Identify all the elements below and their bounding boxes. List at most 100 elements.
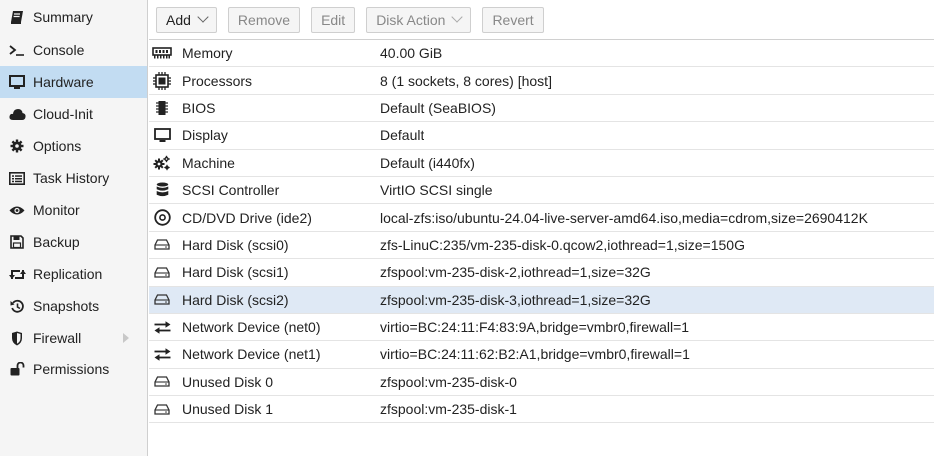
table-row-network-net1[interactable]: Network Device (net1) virtio=BC:24:11:62… bbox=[149, 341, 934, 369]
edit-button-label: Edit bbox=[321, 11, 346, 28]
floppy-icon bbox=[8, 233, 26, 251]
sidebar: Summary Console Hardware Cloud-Init Opti… bbox=[0, 0, 148, 456]
chevron-down-icon bbox=[451, 11, 464, 23]
row-name: Processors bbox=[182, 72, 253, 89]
sidebar-item-label: Task History bbox=[33, 170, 110, 186]
sidebar-item-permissions[interactable]: Permissions bbox=[0, 354, 147, 384]
hdd-icon bbox=[152, 236, 172, 254]
row-value: zfs-LinuC:235/vm-235-disk-0.qcow2,iothre… bbox=[380, 236, 745, 253]
row-value: Default (i440fx) bbox=[380, 154, 475, 171]
cogs-icon bbox=[152, 154, 172, 172]
edit-button[interactable]: Edit bbox=[311, 6, 356, 33]
row-name: BIOS bbox=[182, 99, 216, 116]
table-row-processors[interactable]: Processors 8 (1 sockets, 8 cores) [host] bbox=[149, 67, 934, 95]
row-value: zfspool:vm-235-disk-3,iothread=1,size=32… bbox=[380, 291, 651, 308]
row-value: zfspool:vm-235-disk-2,iothread=1,size=32… bbox=[380, 264, 651, 281]
sidebar-item-summary[interactable]: Summary bbox=[0, 0, 147, 34]
sidebar-item-label: Backup bbox=[33, 234, 80, 250]
row-value: Default bbox=[380, 127, 425, 144]
sidebar-item-label: Hardware bbox=[33, 74, 94, 90]
row-name: Network Device (net0) bbox=[182, 319, 321, 336]
row-value: 8 (1 sockets, 8 cores) [host] bbox=[380, 72, 552, 89]
terminal-icon bbox=[8, 41, 26, 59]
table-row-scsi-controller[interactable]: SCSI Controller VirtIO SCSI single bbox=[149, 177, 934, 205]
cpu-icon bbox=[152, 71, 172, 90]
sidebar-item-options[interactable]: Options bbox=[0, 130, 147, 162]
sidebar-item-monitor[interactable]: Monitor bbox=[0, 194, 147, 226]
hdd-icon bbox=[152, 263, 172, 281]
row-name: Network Device (net1) bbox=[182, 346, 321, 363]
sidebar-item-snapshots[interactable]: Snapshots bbox=[0, 290, 147, 322]
sidebar-item-label: Firewall bbox=[33, 330, 82, 346]
sidebar-item-label: Cloud-Init bbox=[33, 106, 93, 122]
exchange-icon bbox=[152, 345, 172, 363]
unlock-icon bbox=[8, 360, 26, 378]
chevron-down-icon bbox=[197, 11, 209, 23]
revert-button[interactable]: Revert bbox=[482, 6, 544, 33]
sidebar-item-cloud-init[interactable]: Cloud-Init bbox=[0, 98, 147, 130]
hardware-panel: Add Remove Edit Disk Action Revert Memor… bbox=[149, 0, 934, 456]
row-value: 40.00 GiB bbox=[380, 45, 443, 62]
row-value: virtio=BC:24:11:62:B2:A1,bridge=vmbr0,fi… bbox=[380, 346, 690, 363]
row-value: local-zfs:iso/ubuntu-24.04-live-server-a… bbox=[380, 209, 868, 226]
eye-icon bbox=[8, 201, 26, 219]
sidebar-item-label: Options bbox=[33, 138, 82, 154]
row-name: Machine bbox=[182, 154, 235, 171]
row-value: Default (SeaBIOS) bbox=[380, 99, 496, 116]
sidebar-item-label: Summary bbox=[33, 9, 93, 25]
book-icon bbox=[8, 8, 26, 26]
table-row-unused-disk-1[interactable]: Unused Disk 1 zfspool:vm-235-disk-1 bbox=[149, 396, 934, 424]
history-icon bbox=[8, 297, 26, 315]
row-value: virtio=BC:24:11:F4:83:9A,bridge=vmbr0,fi… bbox=[380, 319, 690, 336]
sidebar-item-label: Permissions bbox=[33, 361, 110, 377]
table-row-hard-disk-scsi1[interactable]: Hard Disk (scsi1) zfspool:vm-235-disk-2,… bbox=[149, 259, 934, 287]
table-row-display[interactable]: Display Default bbox=[149, 122, 934, 150]
sidebar-item-hardware[interactable]: Hardware bbox=[0, 66, 147, 98]
table-row-machine[interactable]: Machine Default (i440fx) bbox=[149, 150, 934, 177]
shield-icon bbox=[8, 329, 26, 347]
sidebar-item-label: Snapshots bbox=[33, 298, 100, 314]
database-icon bbox=[152, 181, 172, 199]
sidebar-item-firewall[interactable]: Firewall bbox=[0, 322, 147, 354]
row-name: Hard Disk (scsi2) bbox=[182, 291, 289, 308]
remove-button-label: Remove bbox=[237, 11, 291, 28]
retweet-icon bbox=[8, 265, 26, 283]
sidebar-item-console[interactable]: Console bbox=[0, 34, 147, 66]
sidebar-item-replication[interactable]: Replication bbox=[0, 258, 147, 290]
revert-button-label: Revert bbox=[492, 11, 534, 28]
disk-action-button[interactable]: Disk Action bbox=[366, 6, 472, 33]
submenu-arrow-icon[interactable] bbox=[123, 333, 129, 343]
sidebar-item-backup[interactable]: Backup bbox=[0, 226, 147, 258]
table-row-hard-disk-scsi0[interactable]: Hard Disk (scsi0) zfs-LinuC:235/vm-235-d… bbox=[149, 232, 934, 260]
row-name: Unused Disk 1 bbox=[182, 401, 274, 418]
disk-action-button-label: Disk Action bbox=[376, 11, 446, 28]
table-row-memory[interactable]: Memory 40.00 GiB bbox=[149, 40, 934, 68]
hdd-icon bbox=[152, 291, 172, 309]
exchange-icon bbox=[152, 318, 172, 336]
row-name: Memory bbox=[182, 45, 233, 62]
sidebar-item-label: Console bbox=[33, 42, 85, 58]
cdrom-icon bbox=[152, 209, 172, 227]
hdd-icon bbox=[152, 400, 172, 418]
table-row-unused-disk-0[interactable]: Unused Disk 0 zfspool:vm-235-disk-0 bbox=[149, 369, 934, 397]
hdd-icon bbox=[152, 373, 172, 391]
toolbar: Add Remove Edit Disk Action Revert bbox=[149, 0, 934, 40]
row-name: Hard Disk (scsi0) bbox=[182, 236, 289, 253]
row-name: SCSI Controller bbox=[182, 182, 280, 199]
list-icon bbox=[8, 169, 26, 187]
table-row-network-net0[interactable]: Network Device (net0) virtio=BC:24:11:F4… bbox=[149, 314, 934, 342]
table-row-bios[interactable]: BIOS Default (SeaBIOS) bbox=[149, 95, 934, 123]
memory-icon bbox=[152, 44, 172, 62]
microchip-icon bbox=[152, 99, 172, 117]
remove-button[interactable]: Remove bbox=[227, 6, 301, 33]
table-row-cdrom[interactable]: CD/DVD Drive (ide2) local-zfs:iso/ubuntu… bbox=[149, 204, 934, 232]
row-name: CD/DVD Drive (ide2) bbox=[182, 209, 312, 226]
row-value: zfspool:vm-235-disk-0 bbox=[380, 373, 517, 390]
row-name: Hard Disk (scsi1) bbox=[182, 264, 289, 281]
add-button[interactable]: Add bbox=[156, 6, 217, 33]
row-name: Display bbox=[182, 127, 228, 144]
sidebar-item-task-history[interactable]: Task History bbox=[0, 162, 147, 194]
sidebar-item-label: Replication bbox=[33, 266, 103, 282]
table-row-hard-disk-scsi2[interactable]: Hard Disk (scsi2) zfspool:vm-235-disk-3,… bbox=[149, 286, 934, 314]
row-value: VirtIO SCSI single bbox=[380, 182, 493, 199]
